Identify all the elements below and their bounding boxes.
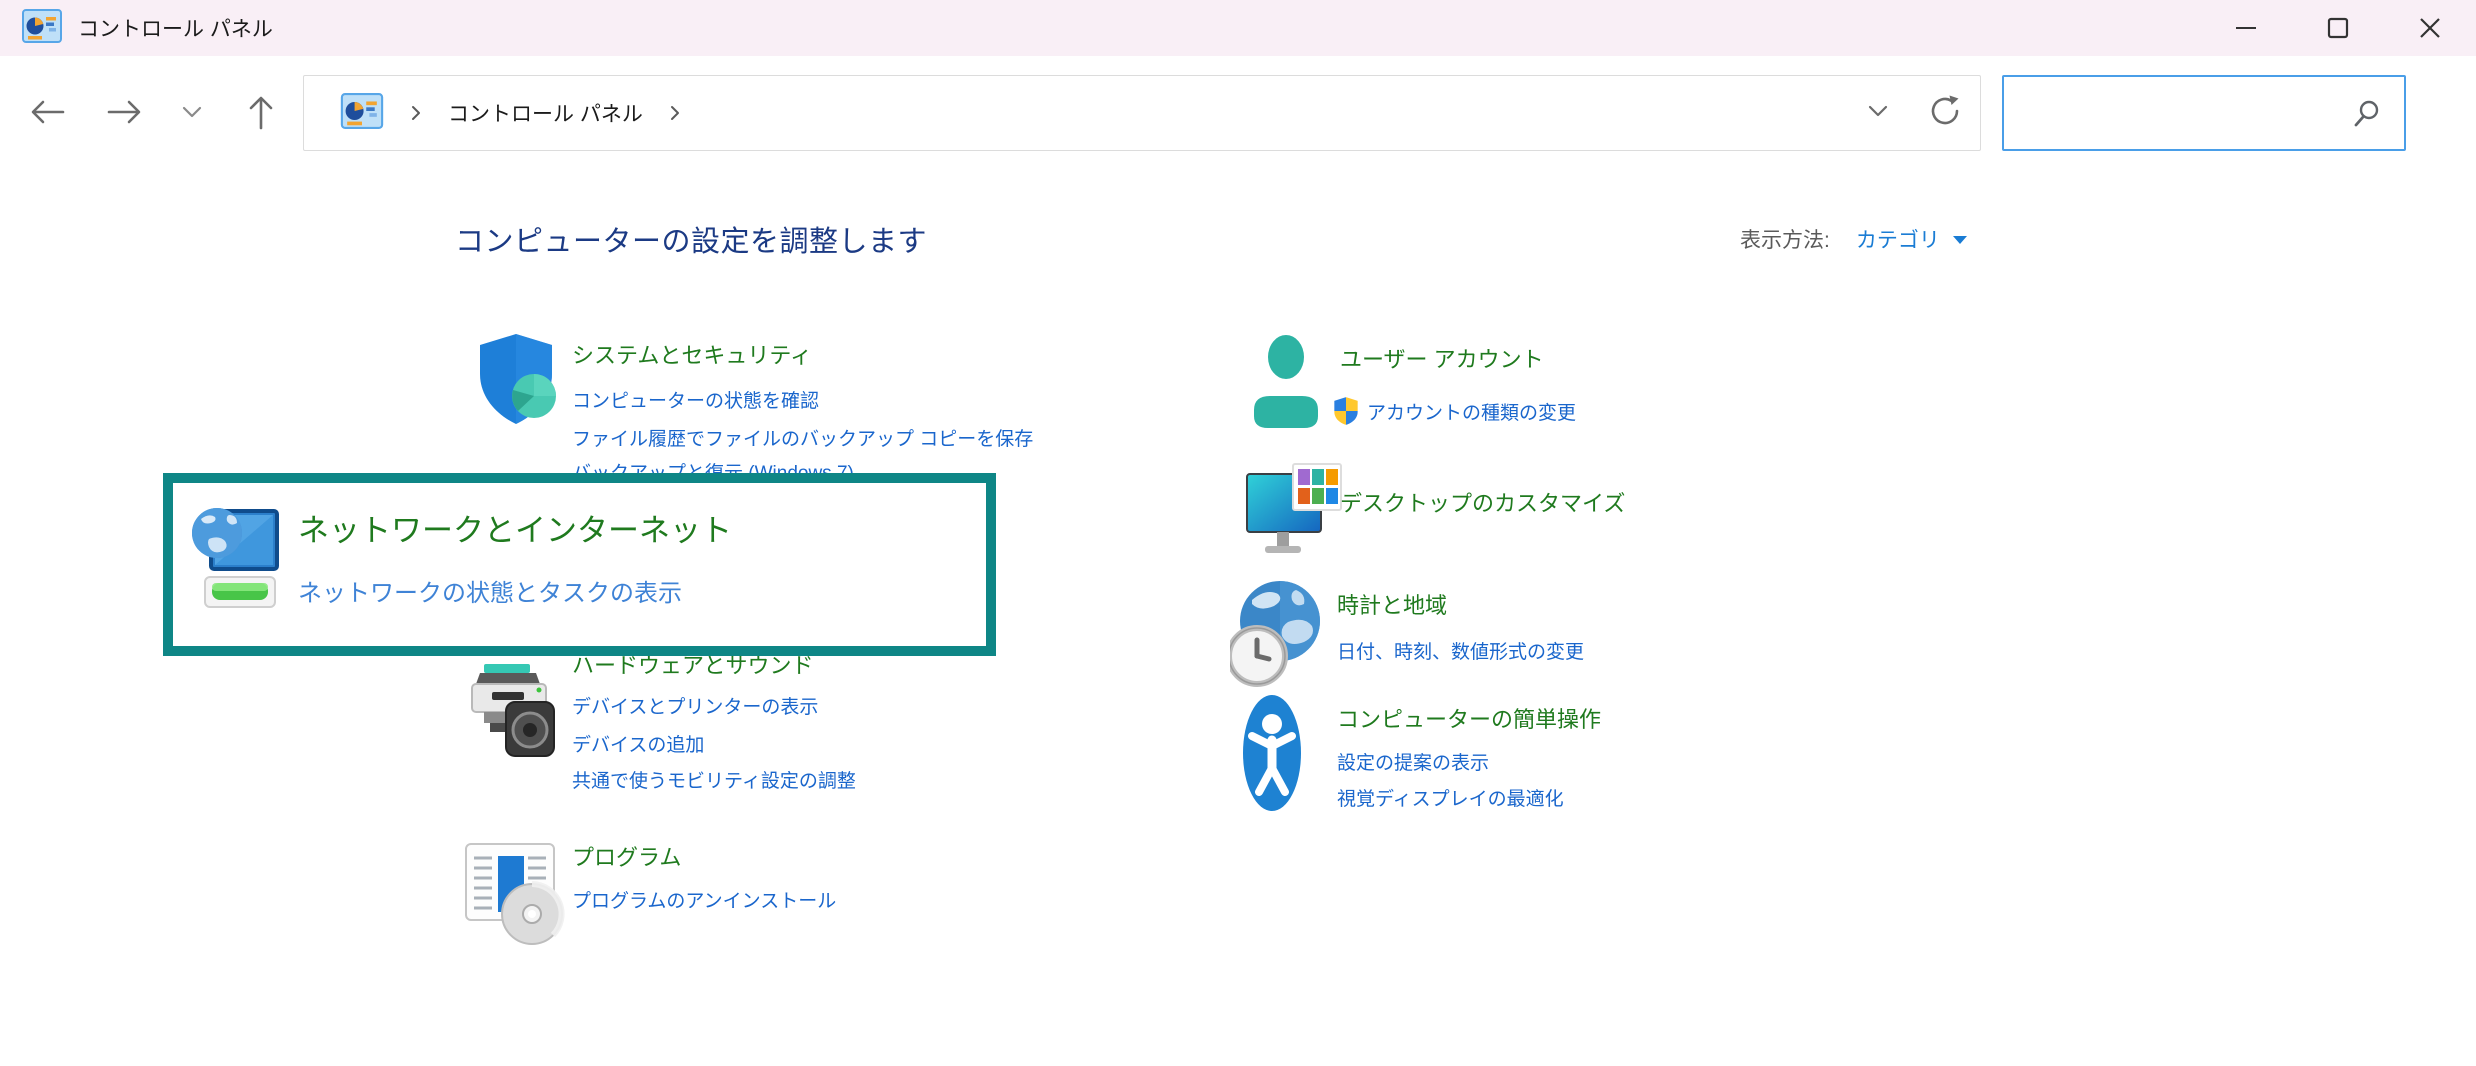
link-file-history-backup[interactable]: ファイル履歴でファイルのバックアップ コピーを保存 — [572, 424, 1033, 451]
address-dropdown-chevron-icon[interactable] — [1866, 103, 1890, 124]
highlight-box-network-internet[interactable]: ネットワークとインターネット ネットワークの状態とタスクの表示 — [163, 473, 996, 656]
link-view-devices-printers[interactable]: デバイスとプリンターの表示 — [572, 692, 818, 719]
category-title-user-accounts[interactable]: ユーザー アカウント — [1340, 342, 1544, 374]
window-title: コントロール パネル — [78, 13, 273, 43]
search-box[interactable] — [2002, 75, 2406, 151]
monitor-tiles-icon[interactable] — [1243, 462, 1343, 573]
link-suggest-settings[interactable]: 設定の提案の表示 — [1337, 748, 1489, 775]
view-by-dropdown[interactable]: カテゴリ — [1856, 224, 1968, 254]
chevron-down-icon — [181, 105, 203, 119]
breadcrumb-chevron-icon[interactable] — [669, 103, 681, 123]
category-title-system-security[interactable]: システムとセキュリティ — [572, 338, 812, 370]
category-title-appearance[interactable]: デスクトップのカスタマイズ — [1340, 486, 1625, 518]
address-bar[interactable]: コントロール パネル — [303, 75, 1981, 151]
link-view-network-status[interactable]: ネットワークの状態とタスクの表示 — [298, 573, 682, 608]
link-optimize-visual-display[interactable]: 視覚ディスプレイの最適化 — [1337, 784, 1564, 811]
link-change-account-type-label[interactable]: アカウントの種類の変更 — [1367, 398, 1576, 425]
close-button[interactable] — [2384, 0, 2476, 56]
forward-arrow-icon — [105, 97, 145, 127]
control-panel-window: コントロール パネル — [0, 0, 2476, 1066]
shield-icon[interactable] — [472, 332, 568, 439]
breadcrumb-chevron-icon — [410, 103, 422, 123]
titlebar: コントロール パネル — [0, 0, 2476, 56]
category-title-clock-region[interactable]: 時計と地域 — [1337, 588, 1447, 620]
refresh-icon[interactable] — [1928, 94, 1962, 133]
link-add-device[interactable]: デバイスの追加 — [572, 730, 704, 757]
up-button[interactable] — [226, 56, 296, 168]
minimize-button[interactable] — [2200, 0, 2292, 56]
back-button[interactable] — [12, 56, 82, 168]
category-title-ease-of-access[interactable]: コンピューターの簡単操作 — [1337, 702, 1601, 734]
control-panel-icon — [22, 9, 62, 48]
maximize-button[interactable] — [2292, 0, 2384, 56]
breadcrumb-control-panel-icon — [340, 93, 384, 134]
uac-shield-icon — [1333, 396, 1359, 426]
page-title: コンピューターの設定を調整します — [455, 218, 927, 260]
link-adjust-mobility-settings[interactable]: 共通で使うモビリティ設定の調整 — [572, 766, 856, 793]
category-title-network-internet[interactable]: ネットワークとインターネット — [298, 505, 732, 550]
link-uninstall-program[interactable]: プログラムのアンインストール — [572, 886, 836, 913]
printer-speaker-icon[interactable] — [466, 660, 558, 763]
view-by-label: 表示方法: — [1740, 224, 1830, 254]
back-arrow-icon — [27, 97, 67, 127]
forward-button[interactable] — [90, 56, 160, 168]
globe-clock-icon[interactable] — [1230, 578, 1322, 693]
link-change-account-type[interactable]: アカウントの種類の変更 — [1333, 396, 1576, 426]
search-icon[interactable] — [2352, 99, 2382, 134]
navigation-bar: コントロール パネル — [0, 56, 2476, 168]
view-by-value[interactable]: カテゴリ — [1856, 224, 1940, 254]
up-arrow-icon — [246, 92, 276, 132]
category-title-programs[interactable]: プログラム — [572, 840, 681, 872]
person-icon[interactable] — [1251, 334, 1321, 451]
view-by-control: 表示方法: カテゴリ — [1740, 224, 1968, 254]
search-input[interactable] — [2014, 79, 2344, 147]
network-globe-monitor-icon[interactable] — [191, 497, 283, 628]
window-controls — [2200, 0, 2476, 56]
link-check-computer-status[interactable]: コンピューターの状態を確認 — [572, 386, 819, 413]
accessibility-icon[interactable] — [1242, 694, 1302, 817]
program-list-cd-icon[interactable] — [462, 838, 568, 951]
link-change-date-time-formats[interactable]: 日付、時刻、数値形式の変更 — [1337, 637, 1584, 664]
recent-locations-button[interactable] — [164, 56, 220, 168]
dropdown-caret-icon — [1952, 227, 1968, 251]
breadcrumb-item-control-panel[interactable]: コントロール パネル — [448, 98, 643, 128]
